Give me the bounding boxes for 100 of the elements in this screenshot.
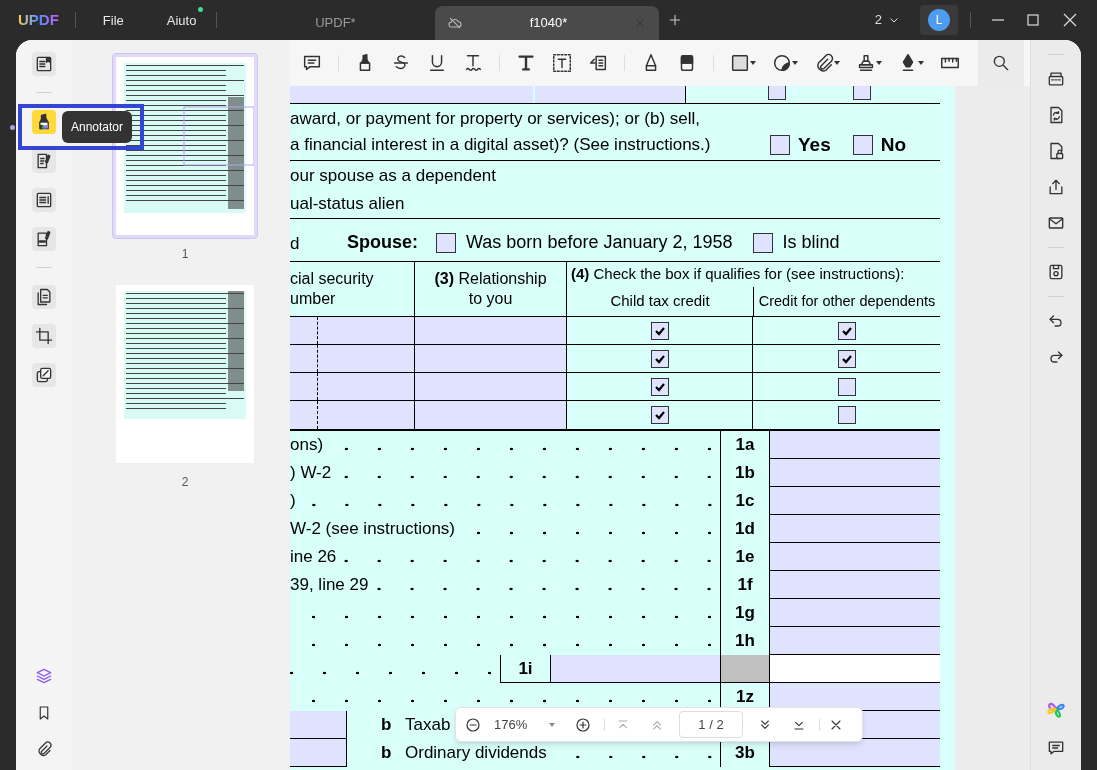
form-field[interactable] <box>770 655 940 683</box>
line-number: 3b <box>735 742 755 765</box>
form-text: Taxab <box>405 714 452 737</box>
line-number: 1c <box>735 490 755 513</box>
document-tab[interactable]: f1040* <box>435 6 660 40</box>
form-field[interactable] <box>770 571 940 599</box>
form-field[interactable] <box>415 317 567 344</box>
form-field[interactable] <box>770 683 940 711</box>
zoom-dropdown[interactable]: 176% <box>494 714 556 735</box>
caret-icon[interactable] <box>833 59 841 67</box>
checkbox[interactable] <box>837 321 856 340</box>
form-field[interactable] <box>770 515 940 543</box>
form-text: ons) <box>290 434 325 457</box>
line-letter: b <box>381 742 393 765</box>
line-letter: b <box>381 714 393 737</box>
caret-icon[interactable] <box>875 59 883 67</box>
form-label: Spouse: <box>347 231 418 254</box>
form-text: ual-status alien <box>290 192 405 215</box>
form-field[interactable] <box>550 655 720 683</box>
line-number: 1f <box>737 574 753 597</box>
checkbox[interactable] <box>436 232 456 253</box>
form-field[interactable] <box>290 401 415 429</box>
menu-item[interactable]: File <box>102 13 124 28</box>
checkbox[interactable] <box>837 349 856 368</box>
form-icon <box>34 190 54 210</box>
paperclip-icon[interactable] <box>35 740 53 758</box>
checkbox[interactable] <box>768 86 786 100</box>
form-field[interactable] <box>770 739 940 767</box>
zoom-in-icon[interactable] <box>574 715 592 734</box>
form-field[interactable] <box>415 401 567 429</box>
checkbox[interactable] <box>837 377 856 396</box>
line-number: 1i <box>518 657 533 680</box>
checkbox[interactable] <box>770 135 790 155</box>
text-icon[interactable] <box>515 52 537 74</box>
caret-icon[interactable] <box>917 59 925 67</box>
crop-icon <box>34 326 54 346</box>
close-icon[interactable] <box>1063 13 1077 27</box>
document-tab[interactable]: UPDF* <box>235 6 436 40</box>
form-field[interactable] <box>290 345 415 372</box>
reader-icon <box>34 54 54 74</box>
tool-button[interactable] <box>32 227 56 251</box>
layers-icon[interactable] <box>34 666 54 686</box>
column-header: Credit for other dependents <box>758 291 936 311</box>
form-text: ine 26 <box>290 546 338 569</box>
square-icon[interactable] <box>729 52 751 74</box>
form-field[interactable] <box>290 317 415 344</box>
form-field[interactable] <box>770 487 940 515</box>
page-number: 2 <box>181 474 189 491</box>
checkbox-label: Is blind <box>782 231 840 254</box>
page-input[interactable]: 1 / 2 <box>679 711 743 738</box>
caret-icon <box>548 720 556 729</box>
form-text: ) W-2 <box>290 462 333 485</box>
column-header: (4) Check the box if qualifies for (see instructions): <box>571 264 905 285</box>
checkbox-label: Yes <box>798 132 831 157</box>
caret-icon[interactable] <box>791 59 799 67</box>
form-field[interactable] <box>770 543 940 571</box>
checkbox[interactable] <box>650 321 669 340</box>
form-field[interactable] <box>290 373 415 400</box>
checkbox[interactable] <box>853 86 871 100</box>
form-text: our spouse as a dependent <box>290 164 497 187</box>
checkbox[interactable] <box>752 232 773 253</box>
sticker-icon[interactable] <box>771 52 793 74</box>
checkbox[interactable] <box>852 135 873 155</box>
line-number: 1h <box>735 630 755 653</box>
form-field[interactable] <box>415 345 567 372</box>
tool-button[interactable] <box>32 52 56 76</box>
checkbox[interactable] <box>650 406 669 424</box>
line-number: 1g <box>735 602 755 625</box>
tool-button[interactable] <box>32 188 56 212</box>
line-number: 1z <box>736 686 754 709</box>
tool-button[interactable] <box>32 324 56 348</box>
tool-button[interactable] <box>32 363 56 387</box>
form-field[interactable] <box>290 711 347 739</box>
form-text: award, or payment for property or services); or (b) sell, <box>290 108 701 131</box>
caret-icon[interactable] <box>749 59 757 67</box>
form-field[interactable] <box>770 459 940 487</box>
column-header: (3) Relationship to you <box>433 269 548 309</box>
checkbox[interactable] <box>837 406 856 424</box>
form-text: Ordinary dividends <box>405 742 548 765</box>
zoom-out-icon[interactable] <box>464 715 482 734</box>
checkbox[interactable] <box>650 349 669 368</box>
line-number: 1b <box>735 462 755 485</box>
tool-button[interactable] <box>32 149 56 173</box>
search-icon[interactable] <box>991 53 1011 73</box>
form-field[interactable] <box>770 431 940 459</box>
form-field[interactable] <box>415 373 567 400</box>
text-box-icon[interactable] <box>551 52 573 74</box>
form-field[interactable] <box>290 86 533 103</box>
form-field[interactable] <box>770 599 940 627</box>
form-field[interactable] <box>535 86 685 103</box>
form-field[interactable] <box>770 627 940 655</box>
cloud-off-icon <box>447 15 464 31</box>
form-field[interactable] <box>290 739 347 767</box>
maximize-icon[interactable] <box>1027 14 1039 26</box>
checkbox[interactable] <box>650 377 669 396</box>
tool-button[interactable] <box>32 285 56 309</box>
menu-item[interactable]: Aiuto <box>166 13 197 28</box>
tool-button[interactable] <box>32 110 56 134</box>
page-number: 1 <box>181 246 189 263</box>
page-count-dropdown[interactable]: 2 <box>874 10 900 30</box>
